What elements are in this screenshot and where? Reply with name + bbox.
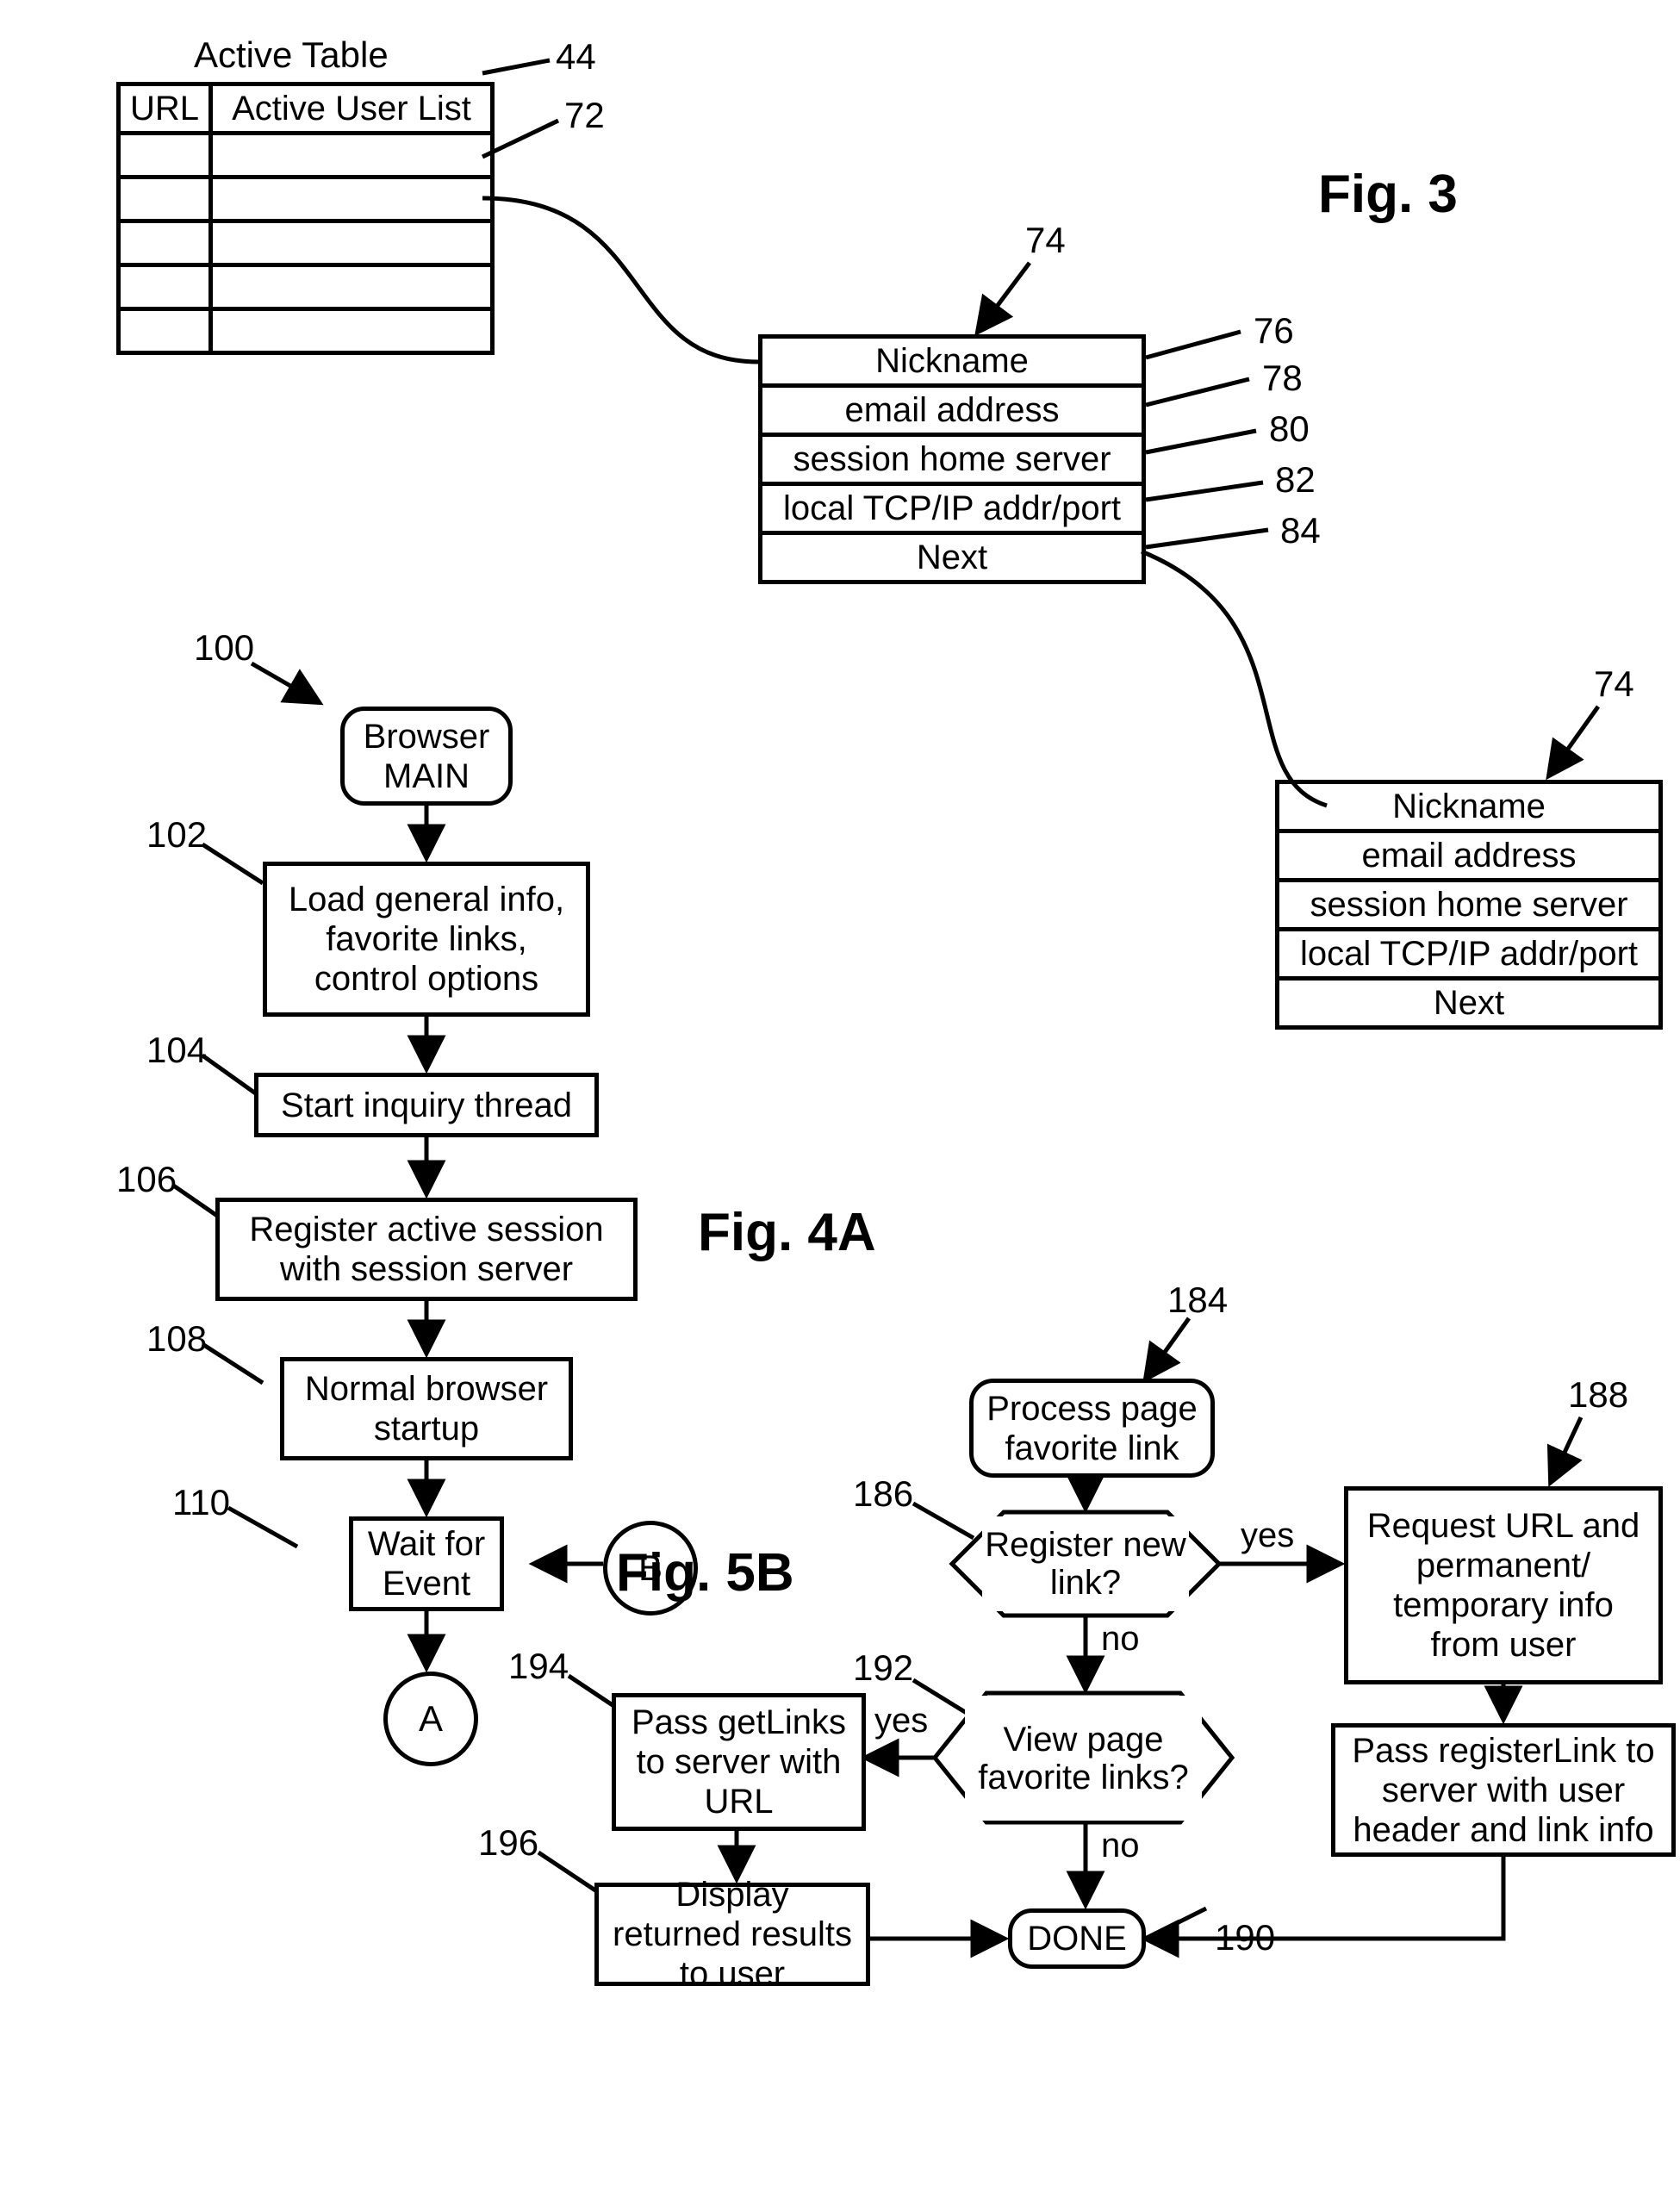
ref-192: 192 (853, 1647, 913, 1689)
step-196-display-results: Display returned results to user (594, 1883, 870, 1986)
step-188-request-url: Request URL and permanent/ temporary inf… (1344, 1486, 1663, 1684)
step-106-register-session: Register active session with session ser… (215, 1198, 638, 1301)
ref-80: 80 (1269, 408, 1310, 450)
ref-196: 196 (478, 1822, 538, 1864)
ref-108: 108 (146, 1318, 207, 1360)
dec-186-register-new-link: Register new link? (982, 1516, 1189, 1611)
ref-194: 194 (508, 1646, 569, 1687)
fig5b-label: Fig. 5B (616, 1542, 794, 1603)
step-108-startup: Normal browser startup (280, 1357, 573, 1460)
step-194-pass-getlinks: Pass getLinks to server with URL (612, 1693, 866, 1831)
ref-186: 186 (853, 1473, 913, 1515)
step-184-process-page: Process page favorite link (969, 1379, 1215, 1478)
ref-110: 110 (172, 1482, 230, 1523)
record-1: Nickname email address session home serv… (758, 334, 1146, 584)
ref-74-b: 74 (1594, 663, 1634, 705)
ref-82: 82 (1275, 459, 1316, 501)
step-102-load-info: Load general info, favorite links, contr… (263, 862, 590, 1017)
rec-addr: local TCP/IP addr/port (761, 484, 1144, 533)
step-110-wait: Wait for Event (349, 1516, 504, 1611)
connector-a: A (383, 1672, 478, 1766)
active-table: URL Active User List (116, 82, 495, 355)
done-terminal: DONE (1008, 1908, 1146, 1969)
active-table-title: Active Table (194, 34, 389, 76)
label-no-186: no (1101, 1620, 1140, 1659)
ref-76: 76 (1254, 310, 1294, 352)
ref-44: 44 (556, 36, 596, 78)
ref-72: 72 (564, 95, 605, 136)
fig4a-label: Fig. 4A (698, 1202, 876, 1263)
rec-email-2: email address (1278, 831, 1661, 881)
ref-78: 78 (1262, 358, 1303, 399)
ref-190: 190 (1215, 1917, 1275, 1958)
rec-addr-2: local TCP/IP addr/port (1278, 930, 1661, 979)
col-active-user-list: Active User List (211, 84, 493, 134)
label-yes-192: yes (874, 1702, 928, 1740)
ref-184: 184 (1167, 1279, 1228, 1321)
rec-server-2: session home server (1278, 881, 1661, 930)
rec-next: Next (761, 533, 1144, 582)
ref-102: 102 (146, 814, 207, 856)
fig3-label: Fig. 3 (1318, 164, 1458, 225)
record-2: Nickname email address session home serv… (1275, 780, 1663, 1030)
ref-74-a: 74 (1025, 220, 1066, 261)
ref-100: 100 (194, 627, 254, 669)
dec-192-view-links: View page favorite links? (965, 1696, 1202, 1821)
ref-106: 106 (116, 1159, 177, 1200)
col-url: URL (119, 84, 211, 134)
ref-104: 104 (146, 1030, 207, 1071)
rec-email: email address (761, 386, 1144, 435)
label-yes-186: yes (1241, 1516, 1294, 1555)
rec-nickname: Nickname (761, 337, 1144, 386)
step-100-browser-main: Browser MAIN (340, 707, 513, 806)
rec-server: session home server (761, 435, 1144, 484)
step-104-start-inquiry: Start inquiry thread (254, 1073, 599, 1137)
rec-nickname-2: Nickname (1278, 782, 1661, 831)
ref-188: 188 (1568, 1374, 1628, 1416)
step-190-pass-registerlink: Pass registerLink to server with user he… (1331, 1723, 1676, 1857)
ref-84: 84 (1280, 510, 1321, 551)
label-no-192: no (1101, 1827, 1140, 1865)
rec-next-2: Next (1278, 979, 1661, 1028)
